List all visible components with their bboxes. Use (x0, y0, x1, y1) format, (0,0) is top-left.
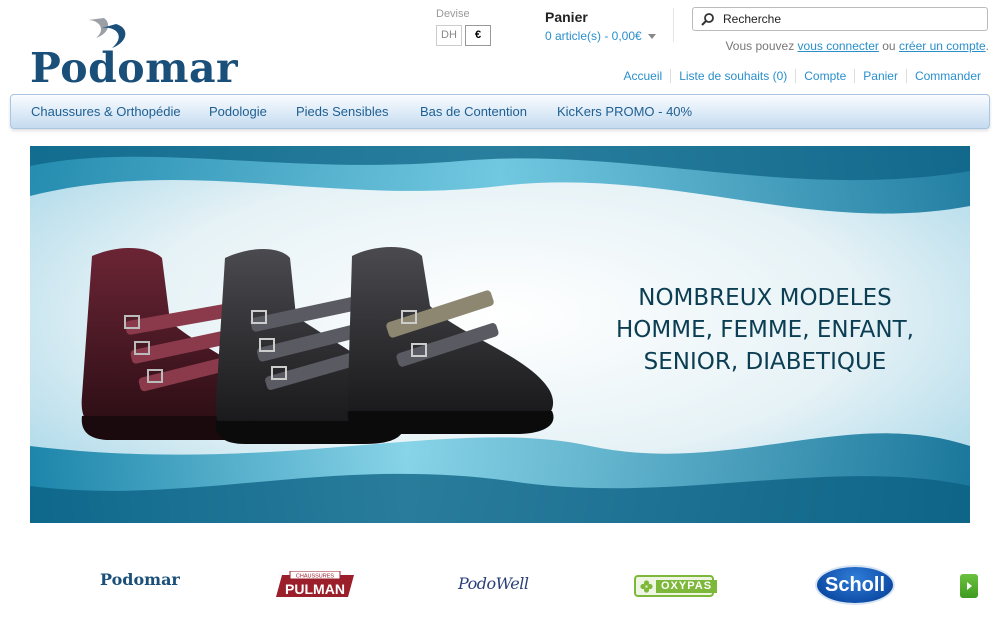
pulman-badge-icon: CHAUSSURES PULMAN (276, 570, 354, 597)
nav-item-pieds-sensibles[interactable]: Pieds Sensibles (296, 95, 389, 128)
login-prompt: Vous pouvez vous connecter ou créer un c… (725, 39, 989, 53)
top-links: Accueil Liste de souhaits (0) Compte Panier… (616, 69, 981, 83)
brand-logo-scholl[interactable]: Scholl (815, 565, 895, 605)
currency-label: Devise (436, 8, 470, 20)
cart-summary-text: 0 article(s) - 0,00€ (545, 29, 642, 43)
brand-podomar-text: Podomar (100, 570, 180, 589)
banner-line-2: HOMME, FEMME, ENFANT, (615, 317, 914, 343)
top-link-wishlist[interactable]: Liste de souhaits (0) (670, 69, 796, 83)
cart-block: Panier 0 article(s) - 0,00€ (545, 9, 656, 45)
oxypas-flower-icon (640, 580, 653, 593)
banner-headline: NOMBREUX MODELES HOMME, FEMME, ENFANT, S… (590, 282, 940, 378)
chevron-down-icon (647, 34, 656, 40)
currency-option-dh[interactable]: DH (436, 25, 462, 46)
brand-oxypas-text: OXYPAS (656, 580, 718, 593)
create-account-link[interactable]: créer un compte (899, 39, 986, 53)
carousel-next-button[interactable] (960, 574, 978, 598)
cart-title[interactable]: Panier (545, 9, 656, 25)
pulman-label: PULMAN (285, 581, 345, 597)
brand-logo-podowell[interactable]: PodoWell (458, 574, 529, 593)
brand-logo-oxypas[interactable]: OXYPAS (634, 575, 718, 597)
top-link-compte[interactable]: Compte (795, 69, 855, 83)
top-link-panier[interactable]: Panier (854, 69, 906, 83)
nav-item-chaussures[interactable]: Chaussures & Orthopédie (31, 95, 181, 128)
brand-logo-pulman[interactable]: CHAUSSURES PULMAN (276, 570, 354, 599)
banner-line-1: NOMBREUX MODELES (638, 285, 892, 311)
top-link-accueil[interactable]: Accueil (616, 69, 671, 83)
currency-selector: Devise DH € (436, 8, 494, 46)
nav-item-kickers-promo[interactable]: KicKers PROMO - 40% (557, 95, 692, 128)
login-prefix: Vous pouvez (725, 39, 798, 53)
search-input[interactable] (723, 10, 981, 28)
cart-summary-link[interactable]: 0 article(s) - 0,00€ (545, 29, 656, 43)
nav-item-bas-contention[interactable]: Bas de Contention (420, 95, 527, 128)
magnifier-icon[interactable] (700, 12, 716, 28)
nav-item-podologie[interactable]: Podologie (209, 95, 267, 128)
login-suffix: . (985, 39, 989, 53)
top-link-commander[interactable]: Commander (905, 69, 981, 83)
login-middle: ou (878, 39, 899, 53)
brand-logo-podomar[interactable]: Podomar (100, 570, 180, 589)
login-link[interactable]: vous connecter (798, 39, 879, 53)
podomar-logo[interactable]: Podomar (30, 16, 238, 92)
search-box (692, 7, 988, 31)
logo-text: Podomar (30, 44, 239, 92)
header-divider (673, 8, 674, 42)
hero-banner[interactable]: NOMBREUX MODELES HOMME, FEMME, ENFANT, S… (30, 146, 970, 523)
brand-scholl-text: Scholl (824, 574, 885, 596)
chevron-right-icon (967, 582, 972, 590)
currency-option-eur[interactable]: € (465, 25, 491, 46)
pulman-small-label: CHAUSSURES (296, 574, 335, 580)
main-navigation: Chaussures & Orthopédie Podologie Pieds … (10, 94, 990, 129)
brand-podowell-text: PodoWell (458, 574, 529, 593)
banner-line-3: SENIOR, DIABETIQUE (643, 349, 887, 375)
